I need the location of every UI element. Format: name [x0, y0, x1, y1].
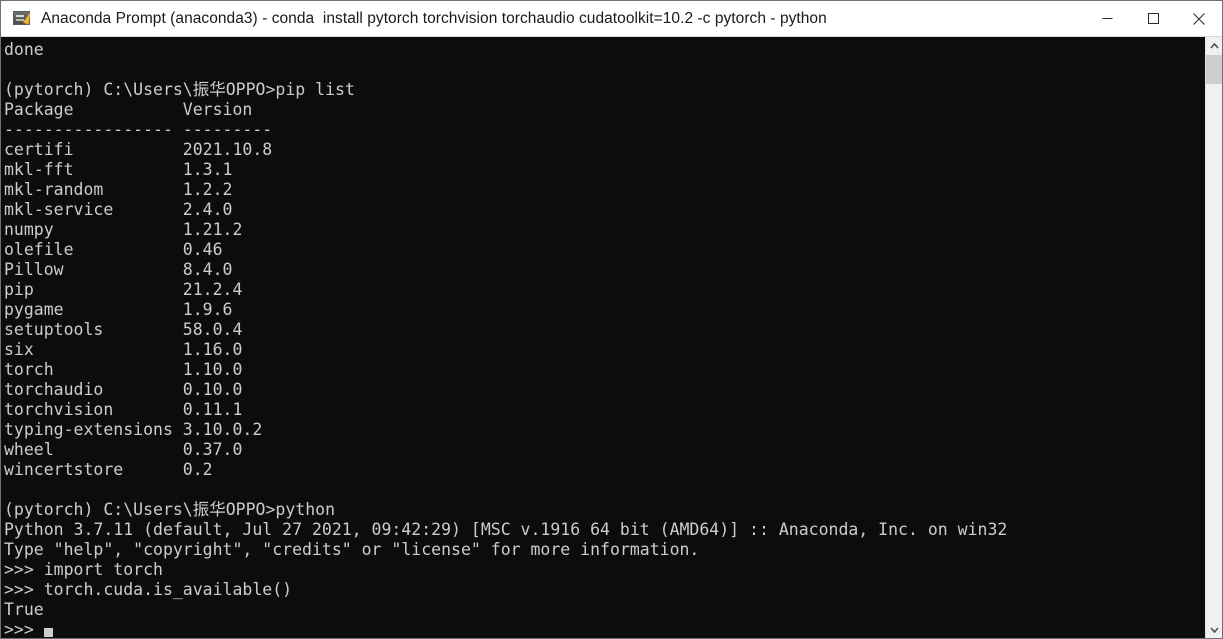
terminal-output-area[interactable]: done (pytorch) C:\Users\振华OPPO>pip list … [1, 37, 1205, 638]
scrollbar-down-button[interactable] [1206, 621, 1222, 638]
chevron-down-icon [1209, 626, 1219, 633]
window-title: Anaconda Prompt (anaconda3) - conda inst… [41, 9, 827, 27]
terminal-text: done (pytorch) C:\Users\振华OPPO>pip list … [4, 40, 1008, 638]
maximize-icon [1147, 13, 1159, 24]
console-icon [13, 11, 34, 26]
terminal-caret [43, 628, 53, 637]
vertical-scrollbar[interactable] [1205, 37, 1222, 638]
chevron-up-icon [1209, 42, 1219, 49]
console-window: Anaconda Prompt (anaconda3) - conda inst… [0, 0, 1223, 639]
window-controls [1084, 1, 1222, 36]
close-button[interactable] [1176, 1, 1222, 36]
minimize-button[interactable] [1084, 1, 1130, 36]
scrollbar-up-button[interactable] [1206, 37, 1222, 54]
scrollbar-thumb[interactable] [1206, 55, 1222, 84]
minimize-icon [1102, 18, 1112, 19]
close-icon [1193, 12, 1205, 25]
scrollbar-track[interactable] [1206, 54, 1222, 621]
maximize-button[interactable] [1130, 1, 1176, 36]
title-bar[interactable]: Anaconda Prompt (anaconda3) - conda inst… [1, 1, 1222, 37]
